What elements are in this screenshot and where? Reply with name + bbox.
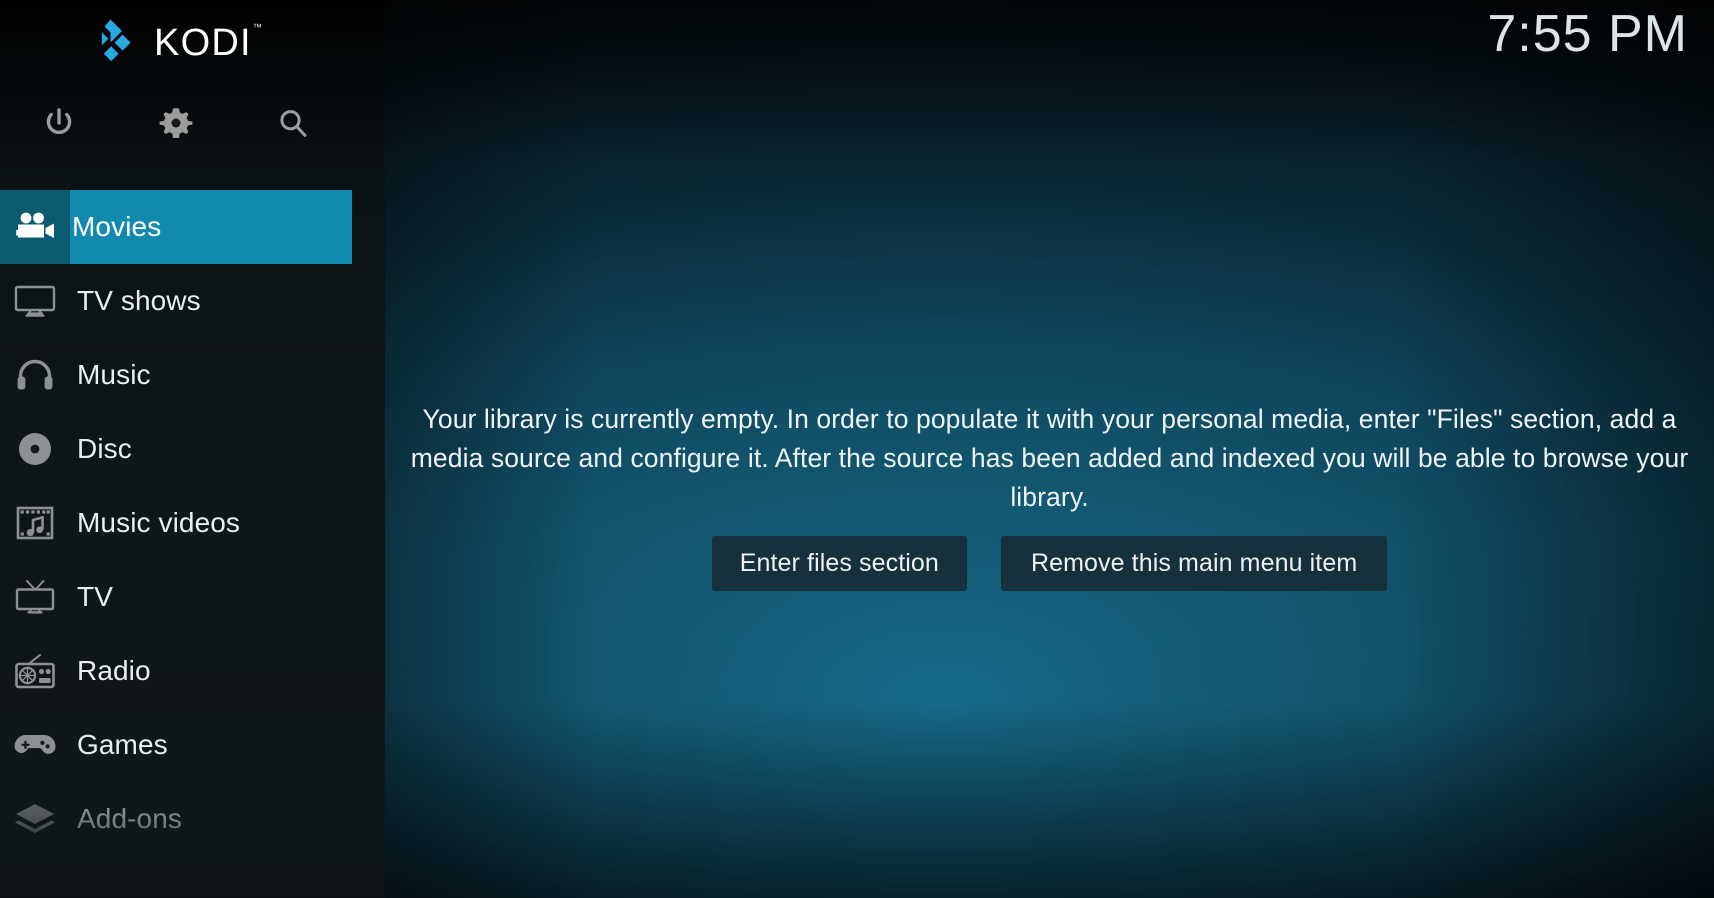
empty-library-message: Your library is currently empty. In orde… [410, 404, 1689, 512]
sidebar-item-add-ons[interactable]: Add-ons [0, 782, 385, 856]
trademark-symbol: ™ [252, 22, 263, 33]
search-icon [279, 110, 306, 137]
movie-camera-icon [0, 190, 70, 264]
sidebar-item-music[interactable]: Music [0, 338, 385, 412]
sidebar-item-label: Movies [72, 211, 162, 242]
clock: 7:55 PM [1487, 5, 1688, 63]
sidebar-item-label: Radio [77, 655, 151, 686]
sidebar-item-radio[interactable]: Radio [0, 634, 385, 708]
headphones-icon [0, 338, 70, 412]
kodi-diamond-logo-icon [101, 19, 131, 62]
settings-button[interactable] [117, 92, 234, 154]
radio-icon [0, 634, 70, 708]
sidebar-item-label: Music videos [77, 507, 241, 538]
sidebar-item-disc[interactable]: Disc [0, 412, 385, 486]
action-buttons-row: Enter files section Remove this main menu… [385, 536, 1714, 591]
sidebar-item-tv[interactable]: TV [0, 560, 385, 634]
power-icon [46, 108, 71, 134]
sidebar-item-music-videos[interactable]: Music videos [0, 486, 385, 560]
sidebar-item-label: TV shows [77, 285, 201, 316]
sidebar-item-tv-shows[interactable]: TV shows [0, 264, 385, 338]
tv-antenna-icon [0, 560, 70, 634]
app-logo: KODI™ [0, 0, 385, 84]
disc-icon [0, 412, 70, 486]
sidebar-item-label: Games [77, 729, 168, 760]
remove-main-menu-item-button[interactable]: Remove this main menu item [1000, 536, 1388, 591]
film-music-icon [0, 486, 70, 560]
sidebar: KODI™ Movies TV shows Music Disc Music v… [0, 0, 385, 898]
app-name: KODI™ [154, 22, 263, 64]
sidebar-item-label: Disc [77, 433, 132, 464]
power-button[interactable] [0, 92, 117, 154]
television-icon [0, 264, 70, 338]
search-button[interactable] [234, 92, 351, 154]
gear-icon [159, 108, 192, 138]
enter-files-section-button[interactable]: Enter files section [711, 536, 967, 591]
content-area: Your library is currently empty. In orde… [385, 0, 1714, 898]
sidebar-item-label: Add-ons [77, 803, 182, 834]
sidebar-item-label: Music [77, 359, 151, 390]
app-name-text: KODI [154, 22, 252, 64]
main-menu: Movies TV shows Music Disc Music videos TV Rad… [0, 190, 385, 856]
sidebar-item-movies[interactable]: Movies [0, 190, 385, 264]
sidebar-item-label: TV [77, 581, 113, 612]
layers-icon [0, 782, 70, 856]
sidebar-item-games[interactable]: Games [0, 708, 385, 782]
kodi-home-screen: KODI™ Movies TV shows Music Disc Music v… [0, 0, 1714, 898]
gamepad-icon [0, 708, 70, 782]
quick-actions-row [0, 92, 352, 154]
